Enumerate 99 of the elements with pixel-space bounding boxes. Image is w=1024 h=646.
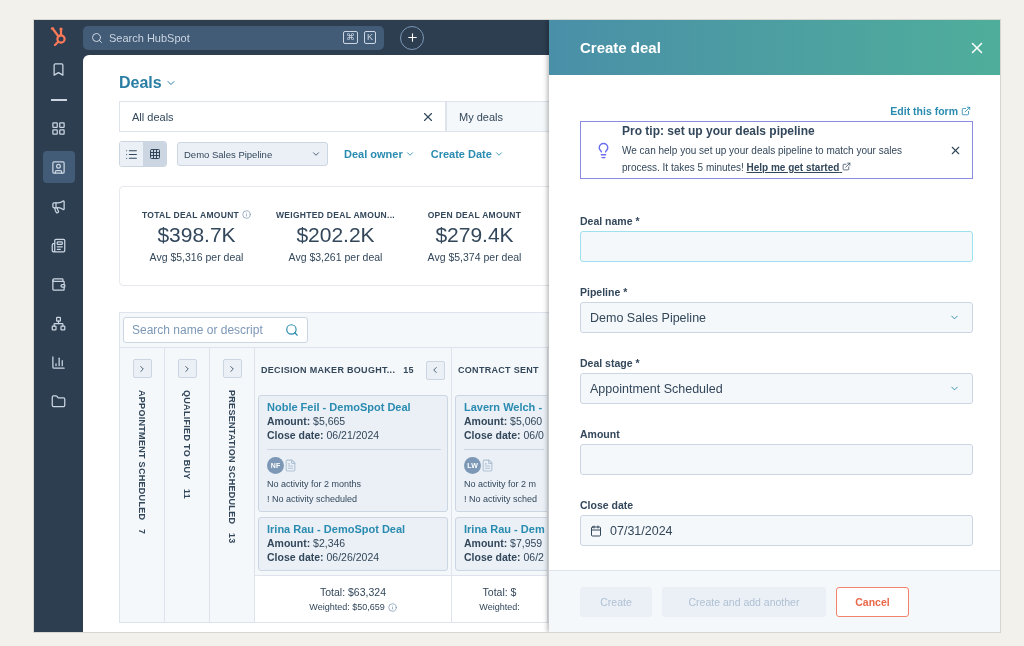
search-icon xyxy=(91,31,103,44)
deal-card[interactable]: Irina Rau - Dem Amount: $7,959 Close date: 06/2 xyxy=(455,517,547,571)
megaphone-icon xyxy=(51,198,66,214)
stage-name: PRESENTATION SCHEDULED xyxy=(227,390,237,525)
stage-count: 7 xyxy=(137,529,147,535)
shortcut-key: ⌘ xyxy=(343,31,358,44)
document-icon xyxy=(481,459,494,472)
amount-text: Amount: $5,665 xyxy=(267,415,347,427)
stage-count: 11 xyxy=(182,488,192,499)
document-icon xyxy=(51,237,66,253)
stat-average: Avg $5,374 per deal xyxy=(427,250,522,263)
scheduled-text: ! No activity sched xyxy=(464,494,539,504)
select-field[interactable]: Demo Sales Pipeline xyxy=(580,302,973,333)
column-weighted: Weighted: $50,659 xyxy=(309,602,385,612)
field-label: Deal stage * xyxy=(580,357,641,369)
tip-title: Pro tip: set up your deals pipeline xyxy=(622,124,816,138)
field-label: Close date xyxy=(580,499,635,511)
column-weighted: Weighted: xyxy=(479,602,520,612)
edit-form-link[interactable]: Edit this form xyxy=(890,105,971,117)
folder-icon xyxy=(51,393,66,409)
page-title[interactable]: Deals xyxy=(119,73,549,93)
stage-name: DECISION MAKER BOUGHT... xyxy=(261,365,396,375)
pipeline-select[interactable]: Demo Sales Pipeline xyxy=(177,142,328,166)
tab-label: My deals xyxy=(459,110,504,123)
select-field[interactable]: Appointment Scheduled xyxy=(580,373,973,404)
filter-dropdown[interactable]: Deal owner xyxy=(344,148,415,160)
input-field[interactable] xyxy=(580,231,973,262)
stat-value: $398.7K xyxy=(157,222,236,247)
close-date-text: Close date: 06/21/2024 xyxy=(267,429,381,441)
view-tab[interactable]: My deals xyxy=(446,101,549,131)
shortcut-key: K xyxy=(364,31,376,44)
tab-label: All deals xyxy=(132,110,174,123)
filter-dropdown[interactable]: Create Date xyxy=(430,148,504,160)
contact-card-icon xyxy=(51,159,66,175)
deal-link[interactable]: Irina Rau - Dem xyxy=(464,523,545,535)
field-label: Pipeline * xyxy=(580,286,629,298)
column-total: Total: $ xyxy=(482,586,517,598)
search-placeholder: Search name or descript xyxy=(132,323,263,337)
stage-name: QUALIFIED TO BUY xyxy=(182,390,192,480)
help-link[interactable]: Help me get started xyxy=(746,162,852,173)
close-date-text: Close date: 06/0 xyxy=(464,429,544,441)
network-icon xyxy=(51,315,66,331)
stage-count: 13 xyxy=(227,533,237,544)
deal-link[interactable]: Lavern Welch - xyxy=(464,401,544,413)
caret-icon xyxy=(311,149,321,159)
deal-link[interactable]: Irina Rau - DemoSpot Deal xyxy=(267,523,441,535)
activity-text: No activity for 2 m xyxy=(464,479,538,489)
search-placeholder: Search HubSpot xyxy=(109,31,191,44)
chevron-right-icon xyxy=(182,363,192,374)
stat-average: Avg $3,261 per deal xyxy=(288,250,383,263)
chevron-right-icon xyxy=(137,363,147,374)
bookmark-icon xyxy=(51,61,66,77)
list-view-button[interactable] xyxy=(120,142,143,166)
nav-item[interactable] xyxy=(42,151,75,183)
activity-text: No activity for 2 months xyxy=(267,479,363,489)
stat-label: WEIGHTED DEAL AMOUN... xyxy=(276,209,395,220)
stage-count: 15 xyxy=(403,365,414,375)
stat-value: $202.2K xyxy=(296,222,375,247)
caret-icon xyxy=(404,149,415,159)
search-field[interactable]: Search HubSpot ⌘ K xyxy=(83,25,384,50)
calendar-icon xyxy=(590,524,602,537)
panel-title: Create deal xyxy=(580,39,661,56)
bar-chart-icon xyxy=(51,354,66,370)
plus-icon xyxy=(405,31,419,44)
logo-icon[interactable] xyxy=(49,26,68,46)
amount-text: Amount: $2,346 xyxy=(267,537,347,549)
chevron-right-icon xyxy=(227,363,237,374)
grid-icon xyxy=(148,148,161,160)
date-field[interactable]: 07/31/2024 xyxy=(580,515,973,546)
external-link-icon xyxy=(961,106,971,116)
stat-average: Avg $5,316 per deal xyxy=(149,250,244,263)
board-view-button[interactable] xyxy=(143,142,166,166)
field-label: Amount xyxy=(580,428,621,440)
scheduled-text: ! No activity scheduled xyxy=(267,494,359,504)
amount-text: Amount: $7,959 xyxy=(464,537,544,549)
amount-text: Amount: $5,060 xyxy=(464,415,544,427)
cancel-button[interactable]: Cancel xyxy=(836,586,909,617)
column-total: Total: $63,324 xyxy=(320,586,386,598)
stat-label: TOTAL DEAL AMOUNT xyxy=(141,209,240,220)
view-tab[interactable]: All deals xyxy=(119,101,446,131)
caret-icon xyxy=(493,149,504,159)
list-icon xyxy=(125,147,138,161)
search-icon xyxy=(285,323,299,337)
deal-card[interactable]: Irina Rau - DemoSpot Deal Amount: $2,346 Close date: 06/26/2024 xyxy=(258,517,448,571)
stat-value: $279.4K xyxy=(435,222,514,247)
tip-text: We can help you set up your deals pipeline to match your sales process. It takes 5 minutes! Help me get started xyxy=(622,144,903,175)
document-icon xyxy=(284,459,297,472)
board-search-field[interactable]: Search name or descript xyxy=(123,317,308,343)
close-date-text: Close date: 06/2 xyxy=(464,551,545,563)
stat-label: OPEN DEAL AMOUNT xyxy=(427,209,522,220)
field-label: Deal name * xyxy=(580,215,641,227)
input-field[interactable] xyxy=(580,444,973,475)
close-date-text: Close date: 06/26/2024 xyxy=(267,551,381,563)
grid-icon xyxy=(51,120,66,136)
stage-name: APPOINTMENT SCHEDULED xyxy=(137,390,147,521)
stage-name: CONTRACT SENT xyxy=(458,365,539,375)
external-link-icon xyxy=(842,162,852,171)
wallet-icon xyxy=(51,276,66,292)
deal-link[interactable]: Noble Feil - DemoSpot Deal xyxy=(267,401,441,413)
